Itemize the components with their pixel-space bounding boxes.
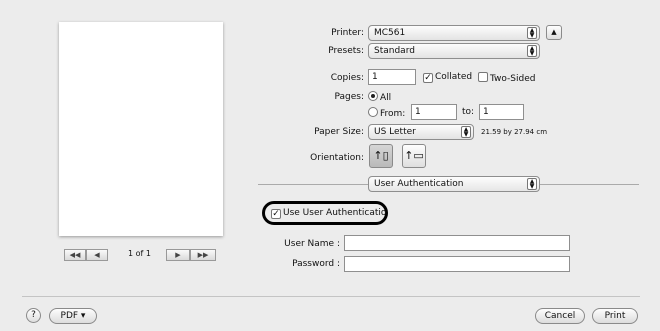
presets-label: Presets:	[328, 46, 364, 56]
copies-label: Copies:	[330, 73, 364, 83]
first-page-button[interactable]: ◀◀	[64, 249, 86, 261]
printer-popup[interactable]: MC561 ▲ ▼	[368, 25, 540, 41]
pages-label: Pages:	[334, 92, 364, 102]
triangle-up-icon: ▲	[551, 28, 557, 36]
cancel-button[interactable]: Cancel	[535, 308, 585, 324]
expand-dialog-button[interactable]: ▲	[546, 25, 562, 40]
double-left-icon: ◀◀	[69, 251, 81, 259]
pdf-button[interactable]: PDF ▾	[49, 308, 97, 324]
page-preview	[59, 22, 223, 236]
password-label: Password :	[292, 259, 340, 269]
paper-size-popup[interactable]: US Letter ▲ ▼	[368, 124, 474, 140]
portrait-icon: ↑▯	[373, 149, 389, 162]
updown-arrows-icon: ▲ ▼	[527, 45, 537, 57]
radio-selected-icon	[368, 91, 378, 101]
left-icon: ◀	[94, 251, 100, 259]
pages-all-radio[interactable]: All	[368, 91, 391, 103]
checkmark-icon: ✓	[423, 73, 433, 83]
pages-all-label: All	[380, 93, 392, 103]
username-field[interactable]	[344, 235, 570, 251]
checkmark-icon: ✓	[271, 209, 281, 219]
prev-page-button[interactable]: ◀	[86, 249, 108, 261]
pages-to-field[interactable]: 1	[479, 104, 524, 120]
printer-value: MC561	[374, 28, 406, 38]
pages-from-field[interactable]: 1	[411, 104, 457, 120]
two-sided-checkbox[interactable]: Two-Sided	[478, 72, 535, 84]
pages-from-radio[interactable]: From:	[368, 107, 405, 119]
print-button[interactable]: Print	[592, 308, 638, 324]
presets-value: Standard	[374, 46, 415, 56]
username-label: User Name :	[284, 239, 340, 249]
use-auth-checkbox[interactable]: ✓ Use User Authenticatio	[271, 208, 386, 219]
two-sided-label: Two-Sided	[490, 74, 536, 84]
paper-dimensions: 21.59 by 27.94 cm	[481, 128, 548, 136]
orientation-label: Orientation:	[310, 153, 364, 163]
radio-icon	[368, 107, 378, 117]
right-icon: ▶	[175, 251, 181, 259]
collated-label: Collated	[435, 72, 473, 82]
use-auth-label: Use User Authenticatio	[283, 208, 387, 218]
checkbox-box	[478, 72, 488, 82]
updown-arrows-icon: ▲ ▼	[527, 27, 537, 39]
page-counter: 1 of 1	[128, 249, 151, 258]
footer-divider	[22, 296, 640, 297]
password-field[interactable]	[344, 256, 570, 272]
landscape-orientation-button[interactable]: ↑▭	[402, 144, 426, 168]
updown-arrows-icon: ▲ ▼	[527, 178, 537, 190]
next-page-button[interactable]: ▶	[166, 249, 190, 261]
pages-from-label: From:	[380, 109, 406, 119]
last-page-button[interactable]: ▶▶	[190, 249, 216, 261]
landscape-icon: ↑▭	[404, 149, 424, 162]
printer-label: Printer:	[331, 28, 364, 38]
collated-checkbox[interactable]: ✓ Collated	[423, 72, 472, 83]
copies-field[interactable]: 1	[368, 69, 416, 85]
help-button[interactable]: ?	[26, 308, 41, 323]
portrait-orientation-button[interactable]: ↑▯	[369, 144, 393, 168]
presets-popup[interactable]: Standard ▲ ▼	[368, 43, 540, 59]
pages-to-label: to:	[462, 107, 475, 117]
paper-size-value: US Letter	[374, 127, 416, 137]
paper-size-label: Paper Size:	[314, 127, 364, 137]
section-popup[interactable]: User Authentication ▲ ▼	[368, 176, 540, 192]
double-right-icon: ▶▶	[197, 251, 209, 259]
section-popup-value: User Authentication	[374, 179, 464, 189]
updown-arrows-icon: ▲ ▼	[461, 126, 471, 138]
